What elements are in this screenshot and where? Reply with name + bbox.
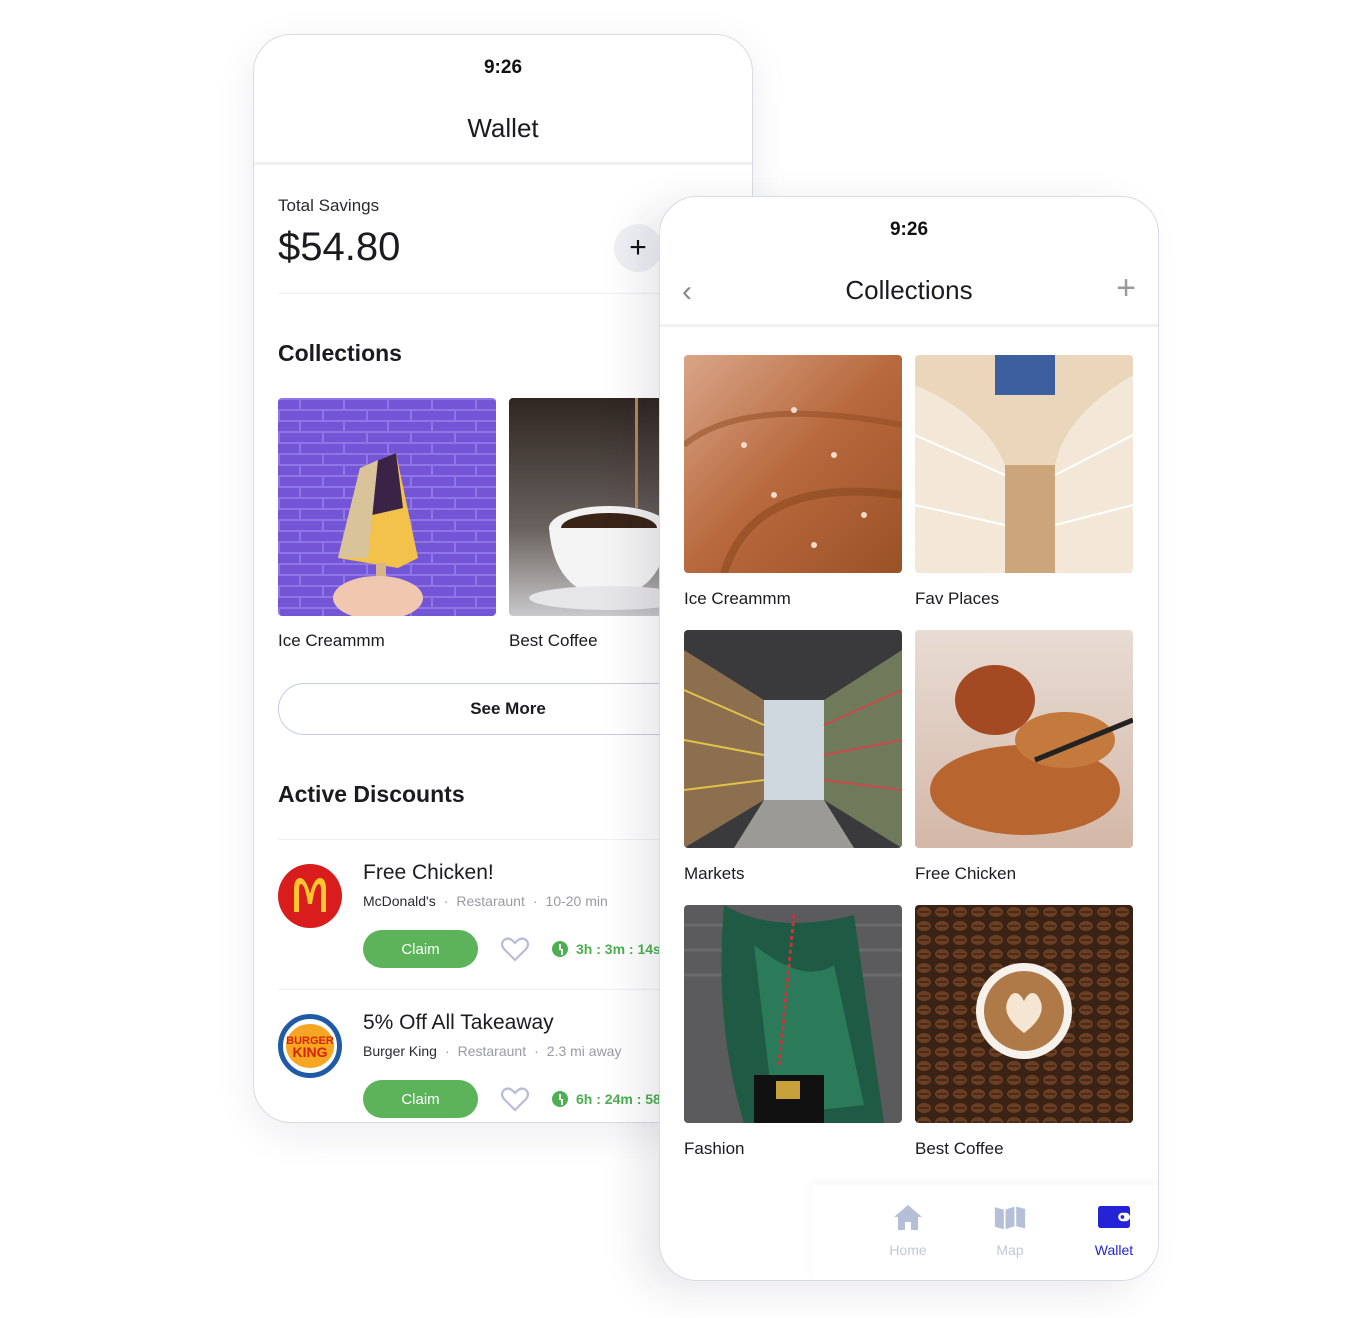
tab-label: Map [996, 1242, 1024, 1258]
bottom-tab-bar: Home Map Wallet [812, 1185, 1158, 1280]
heart-icon[interactable] [500, 1085, 530, 1113]
collection-thumb-best-coffee[interactable] [509, 398, 669, 616]
add-savings-button[interactable]: + [614, 224, 662, 272]
discount-title: 5% Off All Takeaway [363, 1011, 554, 1034]
burger-king-logo: BURGER KING [278, 1014, 342, 1078]
fried-chicken-image [915, 630, 1133, 848]
fashion-image [684, 905, 902, 1123]
chevron-left-icon[interactable]: ‹ [682, 275, 692, 309]
collection-card-markets[interactable] [684, 630, 902, 848]
home-icon [894, 1205, 922, 1230]
page-title: Wallet [467, 113, 539, 143]
collection-label: Ice Creammm [684, 589, 791, 608]
collection-card-fashion[interactable] [684, 905, 902, 1123]
tab-wallet[interactable]: Wallet [1074, 1203, 1154, 1258]
wallet-header: 9:26 Wallet [254, 35, 752, 165]
collection-card-ice-cream[interactable] [684, 355, 902, 573]
discount-title: Free Chicken! [363, 861, 494, 884]
status-time: 9:26 [483, 57, 523, 78]
timer-text: 3h : 3m : 14s [576, 941, 661, 957]
tab-map[interactable]: Map [970, 1203, 1050, 1258]
collection-card-free-chicken[interactable] [915, 630, 1133, 848]
discount-brand: McDonald's [363, 893, 436, 909]
collection-label: Markets [684, 864, 745, 883]
shopping-mall-image [915, 355, 1133, 573]
heart-icon[interactable] [500, 935, 530, 963]
page-title: Collections [845, 275, 973, 305]
discount-meta: Burger King · Restaraunt · 2.3 mi away [363, 1043, 622, 1059]
collection-card-best-coffee[interactable] [915, 905, 1133, 1123]
plus-icon[interactable]: + [1116, 269, 1136, 308]
collections-screen: 9:26 Collections ‹ + Ice Creammm Fav Pla… [659, 196, 1159, 1281]
discount-detail: 10-20 min [545, 893, 608, 909]
status-time: 9:26 [889, 219, 929, 240]
mcdonalds-logo [278, 864, 342, 928]
tab-label: Wallet [1094, 1242, 1134, 1258]
map-icon [994, 1206, 1026, 1230]
collection-label: Ice Creammm [278, 631, 385, 650]
supermarket-image [684, 630, 902, 848]
tab-label: Home [889, 1242, 927, 1258]
tab-home[interactable]: Home [868, 1203, 948, 1258]
claim-button[interactable]: Claim [363, 930, 478, 968]
clock-icon [552, 1091, 568, 1107]
collection-label: Fav Places [915, 589, 1000, 608]
collection-thumb-ice-cream[interactable] [278, 398, 496, 616]
total-savings-label: Total Savings [278, 196, 380, 215]
coffee-image [509, 398, 669, 616]
countdown-timer: 3h : 3m : 14s [552, 941, 661, 957]
collection-card-fav-places[interactable] [915, 355, 1133, 573]
discount-category: Restaraunt [456, 893, 525, 909]
latte-image [915, 905, 1133, 1123]
countdown-timer: 6h : 24m : 58 [552, 1091, 661, 1107]
timer-text: 6h : 24m : 58 [576, 1091, 661, 1107]
collection-label: Fashion [684, 1139, 745, 1158]
collection-label: Best Coffee [509, 631, 598, 650]
discount-meta: McDonald's · Restaraunt · 10-20 min [363, 893, 608, 909]
collections-title: Collections [278, 340, 402, 366]
collections-header: 9:26 Collections ‹ + [660, 197, 1158, 327]
wallet-icon [1098, 1206, 1130, 1228]
discount-brand: Burger King [363, 1043, 437, 1059]
popsicle-image [278, 398, 496, 616]
collection-label: Best Coffee [915, 1139, 1004, 1158]
claim-button[interactable]: Claim [363, 1080, 478, 1118]
discount-category: Restaraunt [457, 1043, 527, 1059]
clock-icon [552, 941, 568, 957]
active-discounts-title: Active Discounts [278, 781, 465, 807]
total-savings-value: $54.80 [278, 225, 401, 269]
svg-text:KING: KING [293, 1044, 328, 1060]
discount-detail: 2.3 mi away [546, 1043, 622, 1059]
plus-icon: + [629, 231, 647, 264]
collection-label: Free Chicken [915, 864, 1017, 883]
chocolate-cream-image [684, 355, 902, 573]
